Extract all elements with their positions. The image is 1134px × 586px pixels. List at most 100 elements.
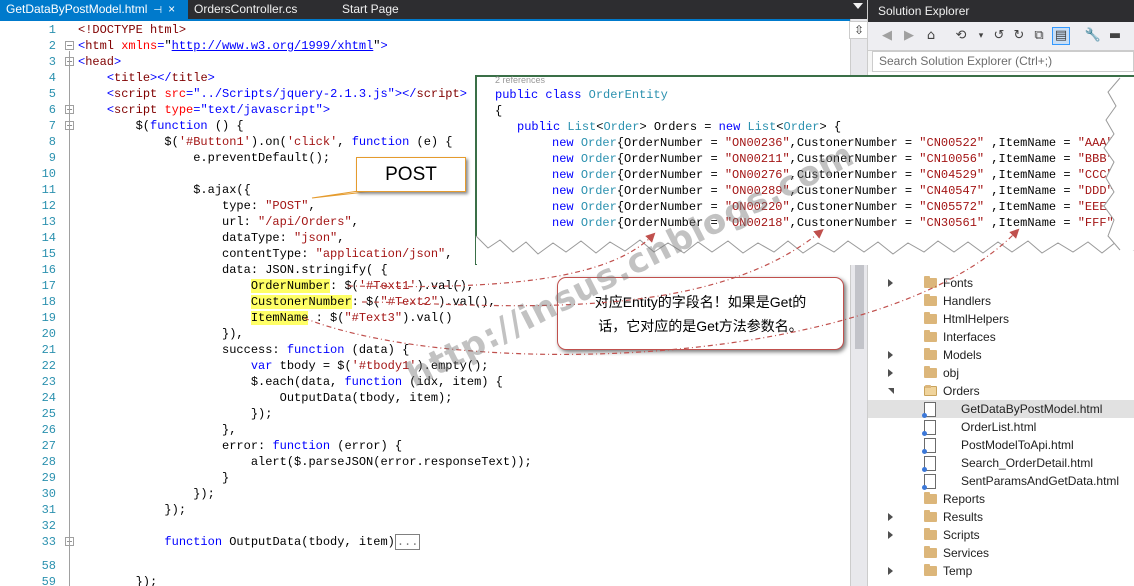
tree-item-search-orderdetail-html[interactable]: Search_OrderDetail.html <box>868 454 1134 472</box>
collapsed-arrow-icon[interactable] <box>888 369 893 377</box>
line-number: 15 <box>41 247 56 261</box>
folder-icon <box>924 385 937 396</box>
tree-item-label: Temp <box>943 564 973 578</box>
tree-item-getdatabypostmodel-html[interactable]: GetDataByPostModel.html <box>868 400 1134 418</box>
history-icon[interactable]: ↺ <box>990 27 1008 45</box>
folder-icon <box>924 348 937 360</box>
tree-item-fonts[interactable]: Fonts <box>868 274 1134 292</box>
line-number: 7 <box>48 119 56 133</box>
tree-item-orders[interactable]: Orders <box>868 382 1134 400</box>
line-number: 5 <box>48 87 56 101</box>
post-callout: POST <box>356 157 466 192</box>
fold-toggle[interactable]: − <box>65 41 74 50</box>
tree-item-label: SentParamsAndGetData.html <box>961 474 1120 488</box>
code-line: error: function (error) { <box>78 439 403 453</box>
line-number: 31 <box>41 503 56 517</box>
code-line: dataType: "json", <box>78 231 345 245</box>
tree-item-label: Models <box>943 348 982 362</box>
back-icon[interactable]: ◀ <box>878 27 896 45</box>
split-editor-icon[interactable]: ⇳ <box>849 21 869 39</box>
line-number: 28 <box>41 455 56 469</box>
solution-explorer-search-input[interactable]: Search Solution Explorer (Ctrl+;) <box>872 51 1134 72</box>
search-placeholder: Search Solution Explorer (Ctrl+;) <box>879 54 1053 68</box>
tree-item-reports[interactable]: Reports <box>868 490 1134 508</box>
forward-icon[interactable]: ▶ <box>900 27 918 45</box>
editor-tab-strip: GetDataByPostModel.html ⊣ × OrdersControll… <box>0 0 867 19</box>
code-line: }); <box>78 487 215 501</box>
tree-item-label: OrderList.html <box>961 420 1037 434</box>
tree-item-label: Services <box>943 546 990 560</box>
line-number: 29 <box>41 471 56 485</box>
folder-icon <box>924 276 937 288</box>
show-all-files-icon[interactable]: ▤ <box>1052 27 1070 45</box>
chevron-down-icon[interactable]: ▾ <box>972 27 990 45</box>
chevron-down-icon[interactable] <box>853 3 863 9</box>
tree-item-orderlist-html[interactable]: OrderList.html <box>868 418 1134 436</box>
code-line: contentType: "application/json", <box>78 247 453 261</box>
code-line: e.preventDefault(); <box>78 151 331 165</box>
tree-item-handlers[interactable]: Handlers <box>868 292 1134 310</box>
tree-item-postmodeltoapi-html[interactable]: PostModelToApi.html <box>868 436 1134 454</box>
tree-item-models[interactable]: Models <box>868 346 1134 364</box>
tree-item-interfaces[interactable]: Interfaces <box>868 328 1134 346</box>
tree-item-results[interactable]: Results <box>868 508 1134 526</box>
expanded-arrow-icon[interactable] <box>888 388 894 394</box>
panel-title: Solution Explorer <box>878 4 970 18</box>
tab-start-page[interactable]: Start Page <box>342 0 399 19</box>
code-line: }, <box>78 423 237 437</box>
collapsed-arrow-icon[interactable] <box>888 513 893 521</box>
pin-icon[interactable]: ⊣ <box>153 1 162 20</box>
tab-label: Start Page <box>342 2 399 16</box>
code-line: function OutputData(tbody, item)... <box>164 534 421 550</box>
collapsed-arrow-icon[interactable] <box>888 279 893 287</box>
tab-label: OrdersController.cs <box>194 2 298 16</box>
code-line: OrderNumber: $('#Text1').val(), <box>250 279 475 293</box>
tab-orderscontroller[interactable]: OrdersController.cs <box>194 0 297 19</box>
code-line: type: "POST", <box>78 199 316 213</box>
tree-item-label: Scripts <box>943 528 980 542</box>
code-line: <script type="text/javascript"> <box>106 103 331 117</box>
minimize-icon[interactable]: ▬ <box>1106 27 1124 45</box>
code-line: }); <box>78 503 187 517</box>
folder-icon <box>924 330 937 342</box>
code-line: <script src="../Scripts/jquery-2.1.3.js"… <box>106 87 467 101</box>
code-line: $('#Button1').on('click', function (e) { <box>78 135 453 149</box>
line-number: 9 <box>48 151 56 165</box>
codelens-references[interactable]: 2 references <box>495 75 545 85</box>
home-icon[interactable]: ⌂ <box>922 27 940 45</box>
tree-item-scripts[interactable]: Scripts <box>868 526 1134 544</box>
code-line: $.ajax({ <box>78 183 251 197</box>
tree-item-label: HtmlHelpers <box>943 312 1010 326</box>
tree-item-htmlhelpers[interactable]: HtmlHelpers <box>868 310 1134 328</box>
code-line: url: "/api/Orders", <box>78 215 359 229</box>
close-icon[interactable]: × <box>168 0 175 19</box>
line-number: 19 <box>41 311 56 325</box>
line-number: 6 <box>48 103 56 117</box>
tab-getdatabypostmodel[interactable]: GetDataByPostModel.html ⊣ × <box>0 0 188 19</box>
folder-icon <box>924 528 937 540</box>
tree-item-obj[interactable]: obj <box>868 364 1134 382</box>
properties-wrench-icon[interactable]: 🔧 <box>1084 27 1102 45</box>
collapsed-arrow-icon[interactable] <box>888 351 893 359</box>
code-line: <head> <box>78 55 122 69</box>
collapse-all-icon[interactable]: ⧉ <box>1030 27 1048 45</box>
tree-item-temp[interactable]: Temp <box>868 562 1134 580</box>
tree-item-label: Search_OrderDetail.html <box>961 456 1094 470</box>
line-number: 18 <box>41 295 56 309</box>
code-line: }); <box>78 575 158 586</box>
html-file-icon <box>922 438 936 454</box>
refresh-icon[interactable]: ↻ <box>1010 27 1028 45</box>
line-number: 3 <box>48 55 56 69</box>
tree-item-label: Orders <box>943 384 980 398</box>
folder-icon <box>924 546 937 558</box>
tree-item-services[interactable]: Services <box>868 544 1134 562</box>
collapsed-arrow-icon[interactable] <box>888 567 893 575</box>
folder-icon <box>924 366 937 378</box>
collapsed-arrow-icon[interactable] <box>888 531 893 539</box>
code-line: <title></title> <box>106 71 215 85</box>
code-line: OutputData(tbody, item); <box>78 391 453 405</box>
tab-label: GetDataByPostModel.html <box>6 2 148 16</box>
tree-item-sentparamsandgetdata-html[interactable]: SentParamsAndGetData.html <box>868 472 1134 490</box>
sync-icon[interactable]: ⟲ <box>952 27 970 45</box>
html-file-icon <box>922 456 936 472</box>
